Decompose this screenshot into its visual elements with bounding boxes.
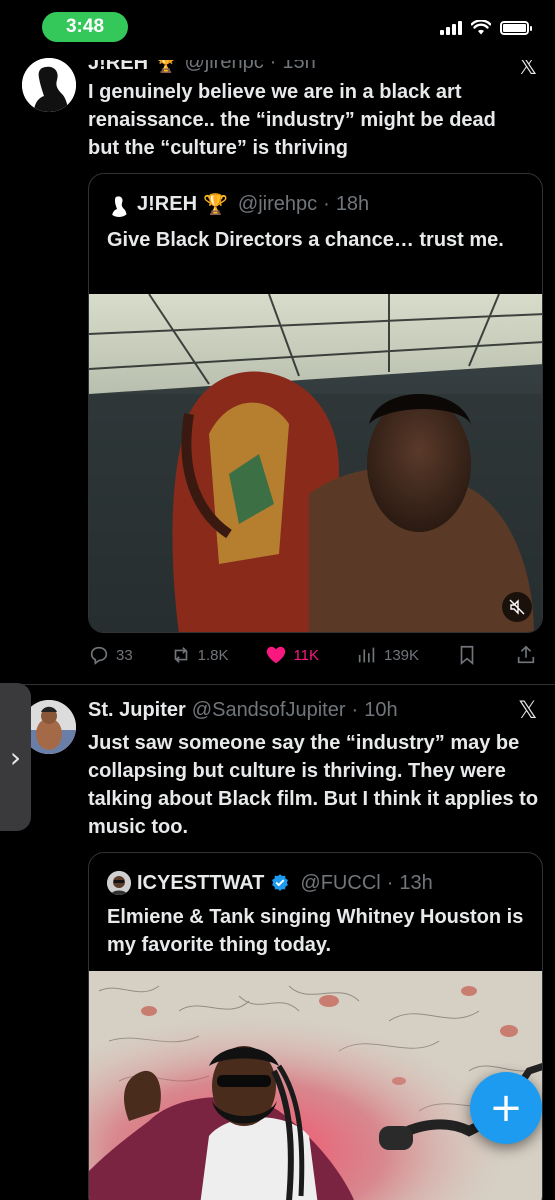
- quote-video[interactable]: [89, 294, 542, 632]
- quote-avatar: [107, 192, 131, 217]
- views-button[interactable]: 139K: [356, 644, 419, 666]
- like-button[interactable]: 11K: [265, 644, 319, 666]
- post-divider: [0, 684, 555, 685]
- views-icon: [358, 647, 375, 663]
- quote-author-row: ICYESTTWAT @FUCCl · 13h: [107, 871, 433, 895]
- repost-button[interactable]: 1.8K: [170, 644, 229, 666]
- quote-time: 13h: [399, 871, 433, 894]
- quote-author-handle: @FUCCl: [300, 871, 381, 894]
- battery-icon: [500, 20, 532, 35]
- video-frame: [89, 294, 542, 632]
- quote-text: Elmiene & Tank singing Whitney Houston i…: [107, 906, 524, 956]
- mute-button[interactable]: [502, 592, 532, 622]
- status-bar: 3:48: [0, 0, 555, 58]
- like-count: 11K: [293, 646, 320, 664]
- compose-button[interactable]: +: [470, 1072, 542, 1144]
- author-row: St. Jupiter @SandsofJupiter · 10h: [88, 699, 398, 722]
- quote-author-name: ICYESTTWAT: [137, 871, 265, 894]
- video-frame: [89, 971, 542, 1200]
- trophy-icon: 🏆: [203, 194, 228, 216]
- reply-icon: [90, 646, 108, 665]
- side-tab-handle[interactable]: ›: [0, 683, 31, 831]
- author-name[interactable]: St. Jupiter: [88, 699, 186, 722]
- post-actions: 33 1.8K 11K 139K: [88, 644, 537, 666]
- quote-author-row: J!REH 🏆 @jirehpc · 18h: [107, 192, 369, 217]
- quoted-post[interactable]: J!REH 🏆 @jirehpc · 18h Give Black Direct…: [88, 173, 543, 633]
- mute-icon: [509, 599, 525, 615]
- avatar-photo: [107, 871, 131, 895]
- reply-button[interactable]: 33: [88, 644, 133, 666]
- separator-dot: ·: [386, 871, 394, 894]
- status-time[interactable]: 3:48: [42, 12, 128, 42]
- repost-icon: [174, 647, 187, 663]
- verified-badge-icon: [272, 874, 289, 891]
- quote-time: 18h: [335, 193, 370, 215]
- quote-text: Give Black Directors a chance… trust me.: [107, 229, 504, 251]
- avatar[interactable]: [22, 58, 76, 112]
- bookmark-button[interactable]: [456, 644, 478, 666]
- post-text: I genuinely believe we are in a black ar…: [88, 81, 496, 159]
- share-button[interactable]: [515, 644, 537, 666]
- post-time[interactable]: 10h: [364, 699, 397, 722]
- avatar-silhouette-icon: [107, 192, 131, 217]
- quote-author-handle: @jirehpc: [237, 193, 318, 215]
- quote-author-name: J!REH: [137, 193, 198, 215]
- wifi-icon: [471, 20, 491, 35]
- compose-plus-icon: +: [489, 1085, 523, 1131]
- share-icon: [517, 645, 535, 664]
- quote-video[interactable]: [89, 971, 542, 1200]
- reply-count: 33: [116, 646, 133, 664]
- post-text: Just saw someone say the “industry” may …: [88, 732, 539, 838]
- quote-avatar: [107, 871, 131, 895]
- cellular-signal-icon: [440, 20, 462, 35]
- chevron-right-icon: ›: [9, 740, 22, 774]
- x-logo-icon[interactable]: 𝕏: [518, 696, 537, 724]
- views-count: 139K: [383, 646, 420, 664]
- separator-dot: ·: [323, 193, 330, 215]
- repost-count: 1.8K: [197, 646, 229, 664]
- bookmark-icon: [460, 645, 474, 666]
- quoted-post[interactable]: ICYESTTWAT @FUCCl · 13h Elmiene & Tank s…: [88, 852, 543, 1200]
- avatar-silhouette-icon: [22, 58, 76, 112]
- status-icons: [440, 20, 532, 35]
- author-handle[interactable]: @SandsofJupiter: [192, 699, 346, 722]
- separator-dot: ·: [351, 699, 359, 721]
- heart-icon: [267, 646, 286, 664]
